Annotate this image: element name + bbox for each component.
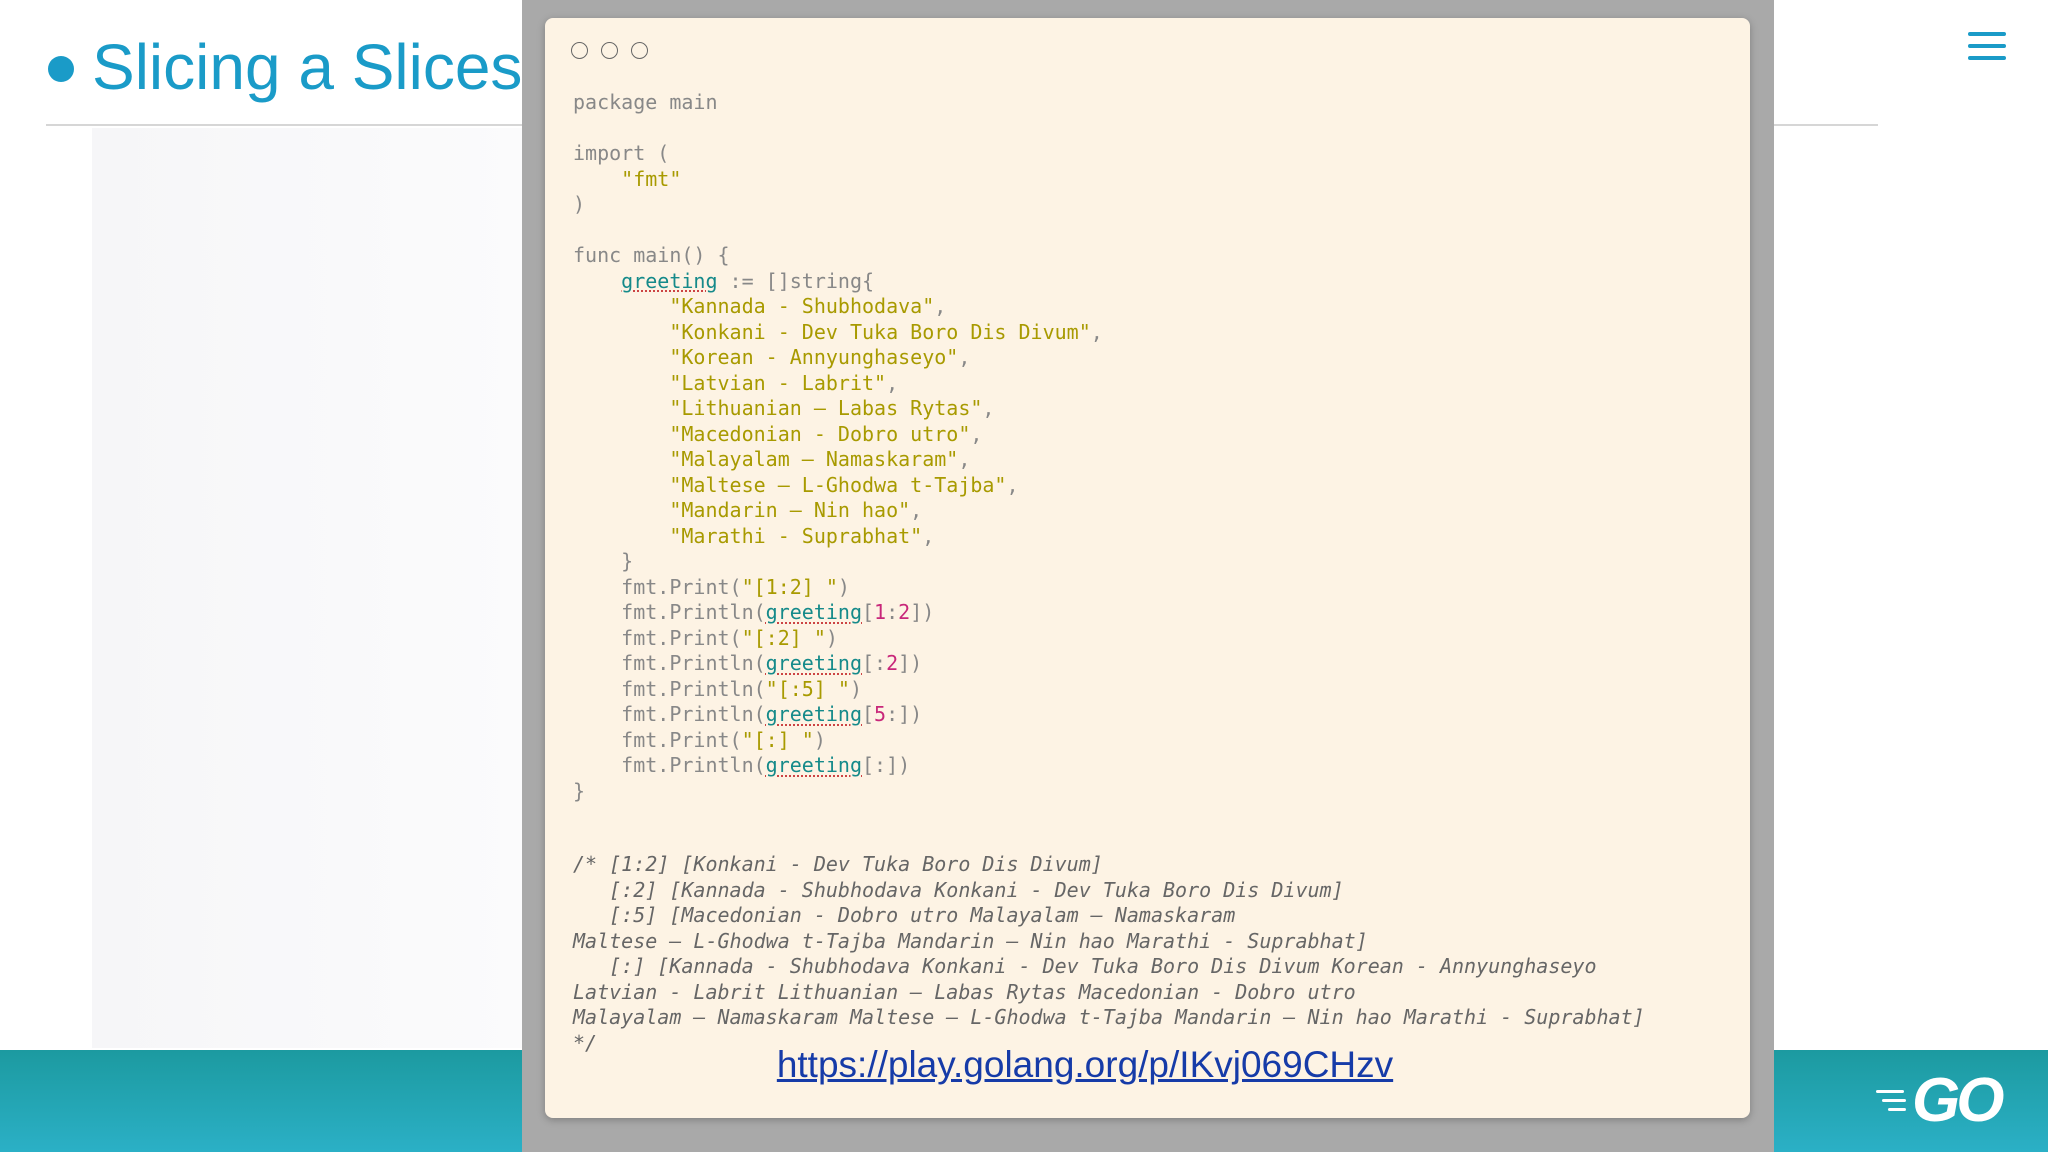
logo-speed-line [1882,1099,1906,1102]
code-string: "[:2] " [741,625,826,650]
code-line: := []string{ [717,268,875,293]
code-variable: greeting [621,268,718,293]
code-string: "Korean - Annyunghaseyo" [669,345,959,369]
window-dot-icon [601,42,618,59]
code-func: fmt.Print( [621,727,742,752]
content-area [92,128,522,1048]
code-string: "Malayalam – Namaskaram" [669,447,959,471]
window-dot-icon [631,42,648,59]
code-func: fmt.Println( [621,600,766,624]
code-variable: greeting [765,753,862,777]
code-string: "Latvian - Labrit" [669,370,887,395]
code-string: "Mandarin – Nin hao" [669,498,911,522]
code-string: "Marathi - Suprabhat" [669,523,923,548]
code-string: "Konkani - Dev Tuka Boro Dis Divum" [669,319,1091,344]
output-line: Latvian - Labrit Lithuanian – Labas Ryta… [573,979,1356,1004]
code-string: "[1:2] " [741,574,838,599]
logo-speed-line [1876,1090,1904,1093]
playground-link[interactable]: https://play.golang.org/p/IKvj069CHzv [0,1044,2048,1086]
output-line: [:2] [Kannada - Shubhodava Konkani - Dev… [573,877,1344,902]
code-func: fmt.Println( [621,676,766,701]
output-line: [:] [Kannada - Shubhodava Konkani - Dev … [573,954,1597,978]
code-window: package main import ( "fmt" ) func main(… [545,18,1750,1118]
code-number: 1 [874,600,887,624]
code-func: fmt.Println( [621,702,766,726]
menu-bar [1968,32,2006,36]
title-bullet [48,56,74,82]
menu-bar [1968,56,2006,60]
code-func: fmt.Println( [621,651,766,675]
code-number: 2 [898,600,911,624]
code-line: } [573,778,586,803]
code-string: "[:] " [741,727,814,752]
code-string: "Lithuanian – Labas Rytas" [669,396,983,420]
code-line: func main() { [573,243,730,267]
code-line: } [621,549,634,573]
output-line: [:5] [Macedonian - Dobro utro Malayalam … [573,903,1236,927]
code-line: package main [573,90,718,114]
code-string: "Kannada - Shubhodava" [669,294,935,318]
code-number: 2 [886,651,899,675]
output-line: Malayalam – Namaskaram Maltese – L-Ghodw… [573,1005,1645,1029]
code-func: fmt.Print( [621,625,742,650]
code-variable: greeting [765,702,862,726]
logo-speed-line [1888,1108,1906,1111]
slide-title: Slicing a Slices [92,31,523,103]
code-variable: greeting [765,651,862,675]
output-comment: /* [1:2] [Konkani - Dev Tuka Boro Dis Di… [573,852,1645,1056]
code-line: ) [573,192,586,216]
code-block: package main import ( "fmt" ) func main(… [573,90,1103,803]
code-func: fmt.Print( [621,574,742,599]
code-variable: greeting [765,600,862,624]
code-string: "fmt" [621,166,682,191]
code-string: "[:5] " [765,676,850,701]
output-line: Maltese – L-Ghodwa t-Tajba Mandarin – Ni… [573,928,1368,953]
code-string: "Macedonian - Dobro utro" [669,421,971,446]
code-string: "Maltese – L-Ghodwa t-Tajba" [669,472,1007,497]
code-line: import ( [573,141,670,165]
code-number: 5 [874,702,887,726]
output-line: /* [1:2] [Konkani - Dev Tuka Boro Dis Di… [573,852,1103,876]
code-func: fmt.Println( [621,753,766,777]
window-dot-icon [571,42,588,59]
hamburger-menu-icon[interactable] [1968,30,2008,64]
menu-bar [1968,44,2006,48]
